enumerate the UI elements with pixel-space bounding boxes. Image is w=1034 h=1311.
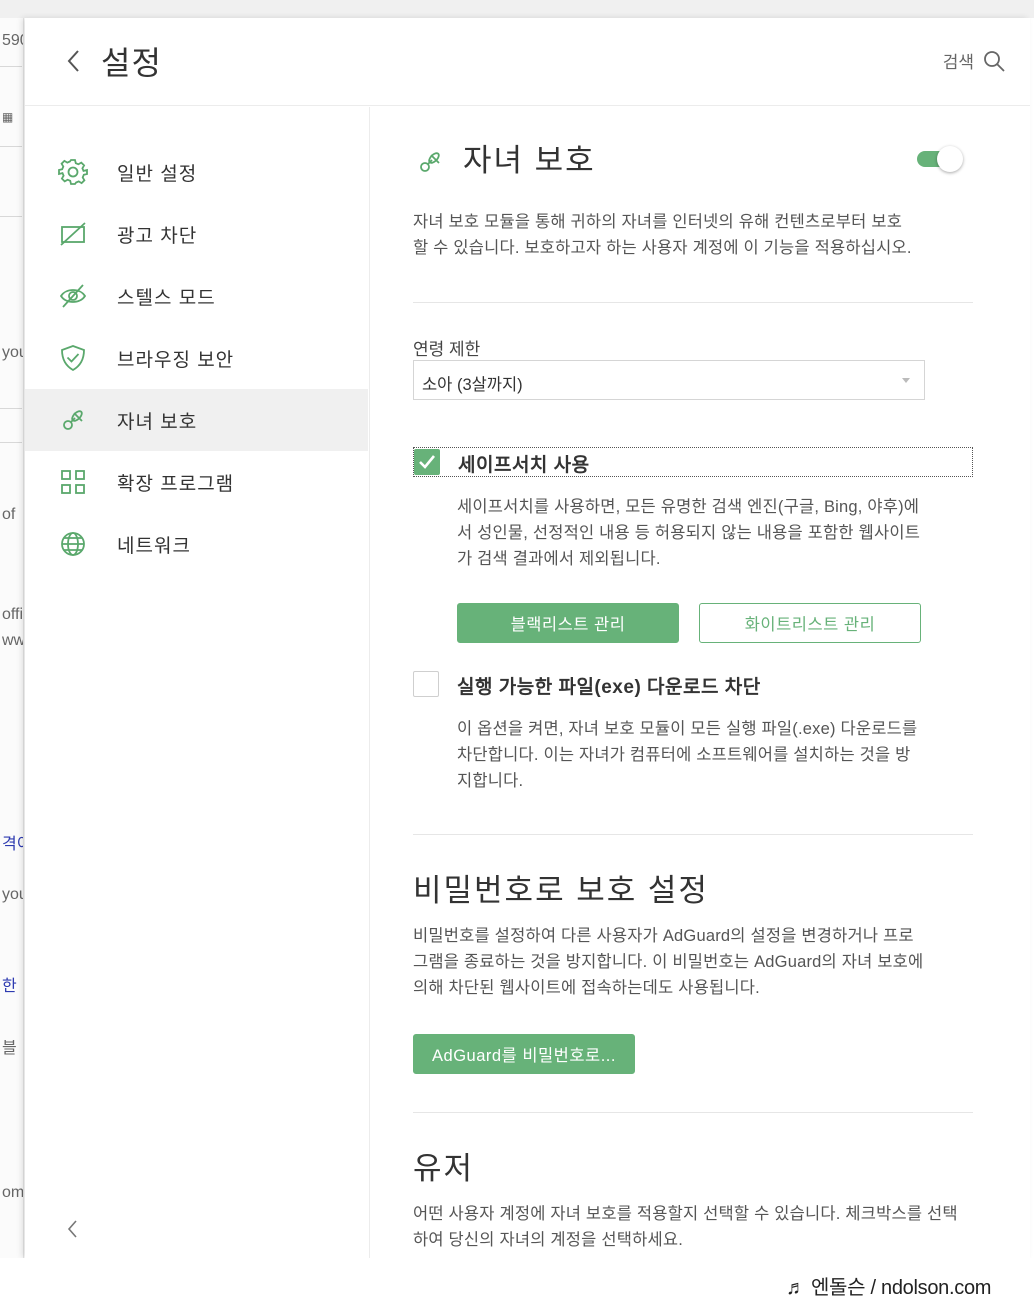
keyboard-icon: ▦ bbox=[2, 110, 14, 124]
sidebar-item-parental-control[interactable]: 자녀 보호 bbox=[25, 389, 368, 451]
gear-icon bbox=[58, 157, 88, 187]
parental-pacifier-icon bbox=[58, 405, 88, 435]
safesearch-description: 세이프서치를 사용하면, 모든 유명한 검색 엔진(구글, Bing, 야후)에… bbox=[457, 494, 920, 572]
extensions-grid-icon bbox=[58, 467, 88, 497]
sidebar-item-label: 확장 프로그램 bbox=[117, 473, 235, 495]
bg-fragment: 격이 bbox=[2, 836, 23, 853]
sidebar-item-network[interactable]: 네트워크 bbox=[25, 513, 368, 575]
description-line: 이 옵션을 켜면, 자녀 보호 모듈이 모든 실행 파일(.exe) 다운로드를 bbox=[457, 720, 918, 738]
exe-block-description: 이 옵션을 켜면, 자녀 보호 모듈이 모든 실행 파일(.exe) 다운로드를… bbox=[457, 716, 917, 794]
page-title: 설정 bbox=[101, 45, 162, 81]
safesearch-checkbox[interactable] bbox=[414, 449, 440, 475]
bg-fragment: you bbox=[2, 886, 23, 903]
users-description: 어떤 사용자 계정에 자녀 보호를 적용할지 선택할 수 있습니다. 체크박스를… bbox=[413, 1201, 958, 1253]
divider bbox=[413, 302, 973, 303]
section-title: 자녀 보호 bbox=[463, 143, 596, 178]
safesearch-option[interactable]: 세이프서치 사용 bbox=[413, 447, 973, 477]
sidebar-item-stealth[interactable]: 스텔스 모드 bbox=[25, 265, 368, 327]
globe-icon bbox=[58, 529, 88, 559]
search-button[interactable]: 검색 bbox=[943, 48, 1006, 73]
description-line: 지합니다. bbox=[457, 772, 524, 790]
parental-pacifier-icon bbox=[415, 147, 445, 177]
sidebar-item-label: 일반 설정 bbox=[117, 163, 198, 185]
bg-divider bbox=[0, 442, 22, 443]
checkmark-icon bbox=[419, 455, 436, 469]
header: 설정 검색 bbox=[25, 18, 1030, 106]
bg-fragment: om bbox=[2, 1184, 24, 1201]
description-line: 차단합니다. 이는 자녀가 컴퓨터에 소프트웨어를 설치하는 것을 방 bbox=[457, 746, 911, 764]
whitelist-button[interactable]: 화이트리스트 관리 bbox=[699, 603, 921, 643]
sidebar-item-ad-blocking[interactable]: 광고 차단 bbox=[25, 203, 368, 265]
sidebar-item-general[interactable]: 일반 설정 bbox=[25, 141, 368, 203]
parental-control-toggle[interactable] bbox=[915, 145, 965, 172]
sidebar-item-label: 브라우징 보안 bbox=[117, 349, 235, 371]
description-line: 할 수 있습니다. 보호하고자 하는 사용자 계정에 이 기능을 적용하십시오. bbox=[413, 239, 912, 257]
section-description: 자녀 보호 모듈을 통해 귀하의 자녀를 인터넷의 유해 컨텐츠로부터 보호 할… bbox=[413, 209, 912, 261]
sidebar-item-label: 네트워크 bbox=[117, 535, 191, 557]
description-line: 하여 당신의 자녀의 계정을 선택하세요. bbox=[413, 1231, 684, 1249]
settings-window: 설정 검색 일반 설정 광고 차단 스텔스 모드 브라우징 보안 자녀 보호 확… bbox=[25, 18, 1030, 1258]
description-line: 자녀 보호 모듈을 통해 귀하의 자녀를 인터넷의 유해 컨텐츠로부터 보호 bbox=[413, 213, 903, 231]
safesearch-label: 세이프서치 사용 bbox=[458, 455, 590, 476]
bg-divider bbox=[0, 66, 22, 67]
page: 590 ▦ you of offic ww. 격이 you 한 블 om 설정 … bbox=[0, 0, 1034, 1311]
bg-divider bbox=[0, 408, 22, 409]
password-section-title: 비밀번호로 보호 설정 bbox=[413, 873, 709, 908]
bg-fragment: 590 bbox=[2, 32, 23, 49]
age-limit-label: 연령 제한 bbox=[413, 340, 481, 359]
description-line: 어떤 사용자 계정에 자녀 보호를 적용할지 선택할 수 있습니다. 체크박스를… bbox=[413, 1205, 958, 1223]
stealth-eye-icon bbox=[58, 281, 88, 311]
sidebar-item-browsing-security[interactable]: 브라우징 보안 bbox=[25, 327, 368, 389]
bg-fragment: 한 bbox=[2, 978, 17, 995]
bg-fragment: 블 bbox=[2, 1040, 17, 1057]
description-line: 가 검색 결과에서 제외됩니다. bbox=[457, 550, 661, 568]
background-window: 590 ▦ you of offic ww. 격이 you 한 블 om bbox=[0, 18, 24, 1258]
bg-fragment: ww. bbox=[2, 632, 24, 649]
bg-divider bbox=[0, 146, 22, 147]
divider bbox=[413, 834, 973, 835]
sidebar-item-label: 스텔스 모드 bbox=[117, 287, 216, 309]
bg-fragment: offic bbox=[2, 606, 24, 623]
divider bbox=[413, 1112, 973, 1113]
toggle-knob bbox=[937, 146, 963, 172]
collapse-sidebar-button[interactable] bbox=[65, 1217, 81, 1241]
back-button[interactable] bbox=[63, 48, 85, 74]
chevron-left-icon bbox=[67, 1220, 77, 1238]
chevron-left-icon bbox=[67, 50, 79, 72]
sidebar-item-label: 광고 차단 bbox=[117, 225, 198, 247]
age-limit-select[interactable]: 소아 (3살까지) bbox=[413, 360, 925, 400]
description-line: 비밀번호를 설정하여 다른 사용자가 AdGuard의 설정을 변경하거나 프로 bbox=[413, 927, 914, 945]
sidebar: 일반 설정 광고 차단 스텔스 모드 브라우징 보안 자녀 보호 확장 프로그램… bbox=[25, 107, 370, 1258]
age-limit-value: 소아 (3살까지) bbox=[422, 376, 523, 394]
description-line: 그램을 종료하는 것을 방지합니다. 이 비밀번호는 AdGuard의 자녀 보… bbox=[413, 953, 924, 971]
watermark: ♬ 엔돌슨 / ndolson.com bbox=[786, 1277, 992, 1299]
bg-divider bbox=[0, 216, 22, 217]
search-label: 검색 bbox=[942, 53, 974, 72]
sidebar-item-extensions[interactable]: 확장 프로그램 bbox=[25, 451, 368, 513]
exe-block-option[interactable]: 실행 가능한 파일(exe) 다운로드 차단 bbox=[413, 670, 973, 698]
exe-block-checkbox[interactable] bbox=[413, 671, 439, 697]
blacklist-button[interactable]: 블랙리스트 관리 bbox=[457, 603, 679, 643]
users-section-title: 유저 bbox=[413, 1151, 475, 1186]
exe-block-label: 실행 가능한 파일(exe) 다운로드 차단 bbox=[457, 677, 761, 698]
description-line: 세이프서치를 사용하면, 모든 유명한 검색 엔진(구글, Bing, 야후)에 bbox=[457, 498, 920, 516]
description-line: 서 성인물, 선정적인 내용 등 허용되지 않는 내용을 포함한 웹사이트 bbox=[457, 524, 921, 542]
bg-fragment: you bbox=[2, 344, 23, 361]
bg-fragment: of bbox=[2, 506, 16, 523]
content-panel: 자녀 보호 자녀 보호 모듈을 통해 귀하의 자녀를 인터넷의 유해 컨텐츠로부… bbox=[371, 107, 1030, 1258]
chevron-down-icon bbox=[902, 378, 910, 383]
description-line: 의해 차단된 웹사이트에 접속하는데도 사용됩니다. bbox=[413, 979, 760, 997]
top-strip bbox=[0, 0, 1034, 18]
sidebar-item-label: 자녀 보호 bbox=[117, 411, 198, 433]
set-password-button[interactable]: AdGuard를 비밀번호로... bbox=[413, 1034, 635, 1074]
password-description: 비밀번호를 설정하여 다른 사용자가 AdGuard의 설정을 변경하거나 프로… bbox=[413, 923, 923, 1001]
search-icon bbox=[984, 50, 1005, 72]
shield-check-icon bbox=[58, 343, 88, 373]
ad-block-icon bbox=[58, 219, 88, 249]
